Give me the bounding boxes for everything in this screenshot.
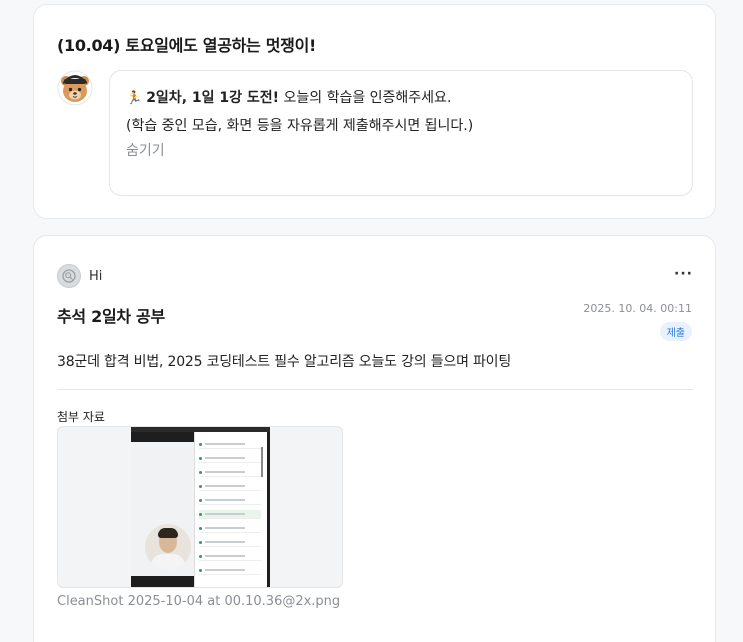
user-placeholder-icon [62,269,76,283]
runner-icon: 🏃 [126,91,143,106]
attachments-label: 첨부 자료 [57,410,105,424]
status-badge: 제출 [659,322,692,341]
post-date: 2025. 10. 04. 00:11 [583,302,692,315]
post-author-row: Hi [57,264,102,288]
divider [57,389,693,390]
hide-button[interactable]: 숨기기 [126,140,165,160]
mission-message-line2: (학습 중인 모습, 화면 등을 자유롭게 제출해주시면 됩니다.) [126,118,474,134]
mission-title: (10.04) 토요일에도 열공하는 멋쟁이! [57,36,316,55]
mission-card: (10.04) 토요일에도 열공하는 멋쟁이! 🏃 2일차, 1일 1강 도전! … [33,4,716,219]
attachment-thumbnail[interactable] [57,426,343,588]
mission-challenge-label: 2일차, 1일 1강 도전! [146,90,280,106]
bear-mascot-icon [57,70,93,106]
webcam-person-image [145,524,191,570]
mission-message-line1: 🏃 2일차, 1일 1강 도전! 오늘의 학습을 인증해주세요. [126,88,676,109]
post-body: 38군데 합격 비법, 2025 코딩테스트 필수 알고리즘 오늘도 강의 들으… [57,354,512,370]
screenshot-preview-image [131,427,270,587]
mission-instruction: 오늘의 학습을 인증해주세요. [279,90,452,106]
avatar[interactable] [57,264,81,288]
author-name[interactable]: Hi [89,269,102,284]
post-title: 추석 2일차 공부 [57,307,165,326]
mission-message-bubble: 🏃 2일차, 1일 1강 도전! 오늘의 학습을 인증해주세요. (학습 중인 모… [109,70,693,196]
attachment-filename[interactable]: CleanShot 2025-10-04 at 00.10.36@2x.png [57,594,340,609]
more-options-button[interactable]: ··· [674,266,693,282]
post-card: Hi ··· 추석 2일차 공부 2025. 10. 04. 00:11 제출 … [33,235,716,642]
